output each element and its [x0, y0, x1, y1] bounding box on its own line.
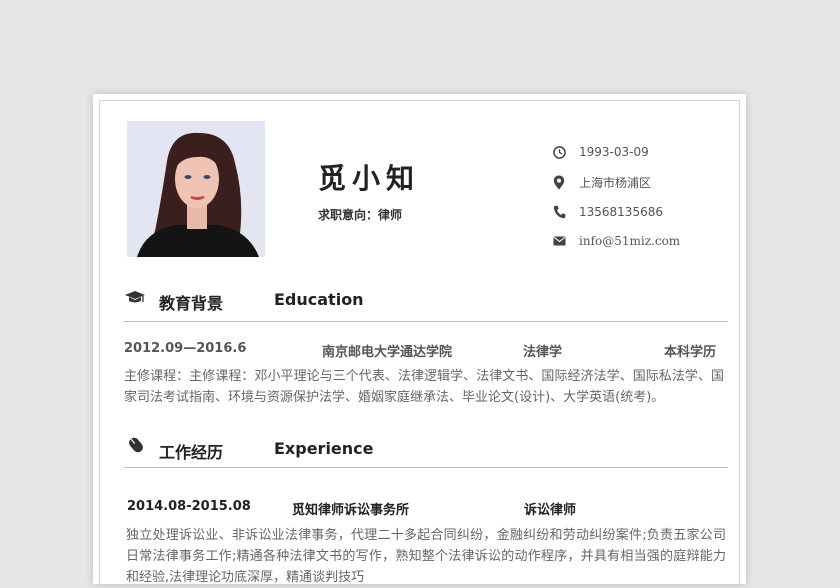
location-pin-icon: [552, 175, 566, 189]
education-courses: 主修课程：主修课程：邓小平理论与三个代表、法律逻辑学、法律文书、国际经济法学、国…: [124, 369, 724, 405]
education-degree: 本科学历: [664, 345, 717, 360]
experience-description: 独立处理诉讼业、非诉讼业法律事务，代理二十多起合同纠纷，金融纠纷和劳动纠纷案件;…: [126, 528, 726, 585]
clock-icon: [552, 145, 566, 159]
candidate-name: 觅小知: [318, 162, 421, 195]
education-major: 法律学: [523, 345, 563, 360]
section-divider: [124, 467, 728, 468]
email-text: info@51miz.com: [579, 234, 681, 248]
birthday-text: 1993-03-09: [579, 145, 649, 159]
experience-position: 诉讼律师: [524, 503, 577, 518]
envelope-icon: [552, 234, 566, 248]
experience-period: 2014.08-2015.08: [127, 499, 251, 514]
contact-email: info@51miz.com: [552, 233, 680, 249]
education-title-en: Education: [274, 290, 364, 309]
education-period: 2012.09—2016.6: [124, 341, 247, 356]
phone-text: 13568135686: [579, 205, 663, 219]
profile-photo: [127, 121, 265, 257]
contact-phone: 13568135686: [552, 204, 663, 220]
education-school: 南京邮电大学通达学院: [322, 345, 453, 360]
experience-title-cn: 工作经历: [159, 443, 224, 462]
graduation-cap-icon: [124, 290, 146, 308]
experience-title-en: Experience: [274, 439, 374, 458]
contact-birthday: 1993-03-09: [552, 144, 649, 160]
phone-icon: [552, 205, 566, 219]
education-title-cn: 教育背景: [159, 294, 224, 313]
location-text: 上海市杨浦区: [579, 175, 652, 190]
section-divider: [124, 321, 728, 322]
mouse-icon: [127, 436, 149, 454]
experience-company: 觅知律师诉讼事务所: [292, 503, 410, 518]
job-intent: 求职意向：律师: [318, 208, 403, 222]
contact-location: 上海市杨浦区: [552, 174, 651, 190]
